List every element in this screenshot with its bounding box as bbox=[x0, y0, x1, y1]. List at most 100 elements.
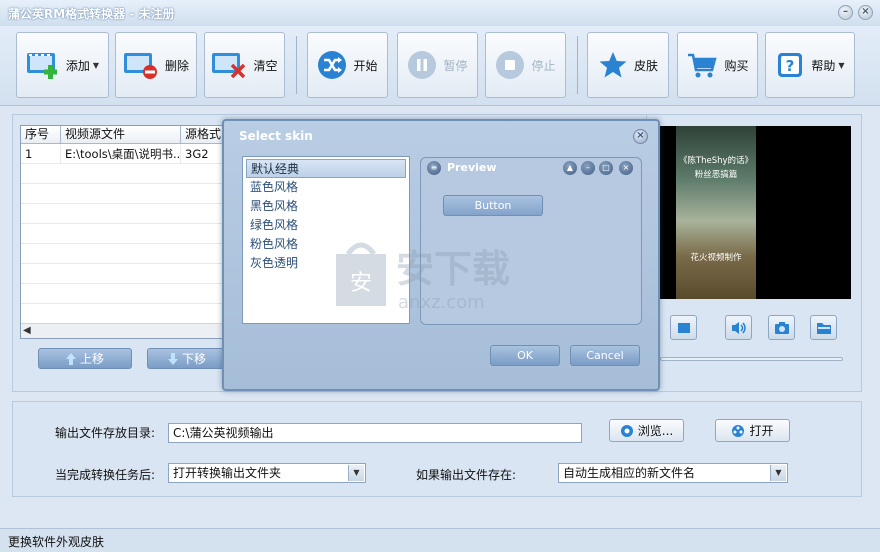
stop-button[interactable]: 停止 bbox=[485, 32, 566, 98]
volume-icon bbox=[731, 321, 746, 334]
progress-slider[interactable] bbox=[660, 357, 843, 361]
svg-text:?: ? bbox=[786, 57, 795, 75]
after-task-select[interactable]: 打开转换输出文件夹 ▼ bbox=[168, 463, 366, 483]
pause-button[interactable]: 暂停 bbox=[397, 32, 478, 98]
scroll-left-icon[interactable]: ◀ bbox=[23, 324, 31, 338]
folder-icon bbox=[816, 322, 831, 334]
buy-button[interactable]: 购买 bbox=[677, 32, 758, 98]
fullscreen-button[interactable] bbox=[670, 315, 697, 340]
add-button[interactable]: 添加 ▼ bbox=[16, 32, 109, 98]
video-caption-top: 《陈TheShy的话》 bbox=[678, 156, 754, 166]
chevron-down-icon: ▼ bbox=[838, 60, 845, 70]
toolbar-separator bbox=[296, 36, 297, 94]
shopping-cart-icon bbox=[688, 53, 718, 78]
chevron-down-icon: ▼ bbox=[92, 60, 100, 70]
help-button[interactable]: ? 帮助 ▼ bbox=[765, 32, 855, 98]
chevron-down-icon[interactable]: ▼ bbox=[770, 465, 786, 481]
file-exists-label: 如果输出文件存在: bbox=[416, 468, 517, 482]
output-dir-label: 输出文件存放目录: bbox=[55, 426, 156, 440]
after-task-value: 打开转换输出文件夹 bbox=[173, 466, 282, 480]
film-reel-icon bbox=[732, 424, 745, 437]
video-frame bbox=[676, 126, 756, 299]
open-label: 打开 bbox=[749, 424, 774, 438]
ok-button[interactable]: OK bbox=[490, 345, 560, 366]
minimize-icon: – bbox=[581, 161, 595, 175]
chevron-up-icon: ▲ bbox=[563, 161, 577, 175]
toolbar: 添加 ▼ 删除 清空 开始 暂停 停止 皮肤 购买 ? 帮助 ▼ bbox=[0, 26, 880, 106]
table-row bbox=[21, 165, 227, 184]
move-down-button[interactable]: 下移 bbox=[147, 348, 227, 369]
table-header: 序号 视频源文件 源格式 bbox=[21, 126, 227, 144]
add-file-icon bbox=[26, 53, 57, 79]
delete-button[interactable]: 删除 bbox=[115, 32, 197, 98]
close-icon: × bbox=[619, 161, 633, 175]
cell-format: 3G2 bbox=[181, 145, 227, 164]
pause-icon bbox=[408, 51, 437, 79]
screen-icon bbox=[677, 322, 690, 333]
toolbar-separator bbox=[577, 36, 578, 94]
file-exists-select[interactable]: 自动生成相应的新文件名 ▼ bbox=[558, 463, 788, 483]
menu-icon: ≡ bbox=[427, 161, 441, 175]
snapshot-button[interactable] bbox=[768, 315, 795, 340]
stop-icon bbox=[496, 51, 525, 79]
output-dir-field[interactable]: C:\蒲公英视频输出 bbox=[168, 423, 582, 443]
browse-button[interactable]: 浏览... bbox=[609, 419, 684, 442]
cell-index: 1 bbox=[21, 145, 61, 164]
after-task-label: 当完成转换任务后: bbox=[55, 468, 156, 482]
move-up-button[interactable]: 上移 bbox=[38, 348, 132, 369]
shuffle-start-icon bbox=[318, 51, 347, 79]
minimize-icon[interactable]: – bbox=[838, 5, 853, 20]
volume-button[interactable] bbox=[725, 315, 752, 340]
open-folder-button[interactable] bbox=[810, 315, 837, 340]
clear-button[interactable]: 清空 bbox=[204, 32, 285, 98]
column-header-index[interactable]: 序号 bbox=[21, 126, 61, 144]
table-row[interactable]: 1 E:\tools\桌面\说明书... 3G2 bbox=[21, 145, 227, 164]
video-caption-bottom: 花火视频制作 bbox=[690, 253, 742, 263]
chevron-down-icon[interactable]: ▼ bbox=[348, 465, 364, 481]
cell-file: E:\tools\桌面\说明书... bbox=[61, 145, 181, 164]
cancel-button[interactable]: Cancel bbox=[570, 345, 640, 366]
skin-label: 皮肤 bbox=[633, 58, 658, 73]
window-title: 蒲公英RM格式转换器 - 未注册 bbox=[8, 7, 175, 21]
table-row bbox=[21, 265, 227, 284]
start-label: 开始 bbox=[353, 58, 378, 73]
skin-item[interactable]: 黑色风格 bbox=[246, 197, 406, 216]
file-exists-value: 自动生成相应的新文件名 bbox=[563, 466, 696, 480]
arrow-up-icon bbox=[65, 352, 76, 365]
browse-icon bbox=[620, 424, 633, 437]
column-header-file[interactable]: 视频源文件 bbox=[61, 126, 181, 144]
skin-button[interactable]: 皮肤 bbox=[587, 32, 669, 98]
close-icon[interactable]: × bbox=[633, 129, 648, 144]
browse-label: 浏览... bbox=[637, 424, 674, 438]
start-button[interactable]: 开始 bbox=[307, 32, 388, 98]
preview-sample-button: Button bbox=[443, 195, 543, 216]
help-label: 帮助 bbox=[811, 58, 836, 73]
arrow-down-icon bbox=[167, 352, 178, 365]
horizontal-scrollbar[interactable]: ◀ bbox=[21, 323, 227, 338]
move-up-label: 上移 bbox=[79, 352, 104, 366]
clear-list-icon bbox=[212, 53, 246, 79]
table-row bbox=[21, 205, 227, 224]
move-down-label: 下移 bbox=[181, 352, 206, 366]
video-preview: 《陈TheShy的话》 粉丝恶搞篇 花火视频制作 bbox=[658, 126, 851, 299]
watermark-logo: 安 安下载 anxz.com bbox=[336, 242, 510, 313]
table-row bbox=[21, 225, 227, 244]
table-row bbox=[21, 185, 227, 204]
camera-icon bbox=[774, 321, 789, 334]
add-label: 添加 bbox=[65, 58, 90, 73]
stop-label: 停止 bbox=[531, 58, 556, 73]
table-row bbox=[21, 305, 227, 324]
open-button[interactable]: 打开 bbox=[715, 419, 790, 442]
delete-file-icon bbox=[123, 53, 157, 79]
watermark-glyph: 安 bbox=[350, 271, 372, 296]
clear-label: 清空 bbox=[253, 58, 278, 73]
close-icon[interactable]: × bbox=[858, 5, 873, 20]
status-text: 更换软件外观皮肤 bbox=[8, 535, 105, 549]
column-header-format[interactable]: 源格式 bbox=[181, 126, 227, 144]
skin-item[interactable]: 蓝色风格 bbox=[246, 178, 406, 197]
video-caption-mid: 粉丝恶搞篇 bbox=[694, 170, 738, 180]
dialog-title: Select skin bbox=[239, 129, 313, 143]
help-icon: ? bbox=[778, 53, 803, 77]
preview-title: Preview bbox=[447, 161, 497, 174]
skin-item[interactable]: 默认经典 bbox=[246, 159, 406, 178]
